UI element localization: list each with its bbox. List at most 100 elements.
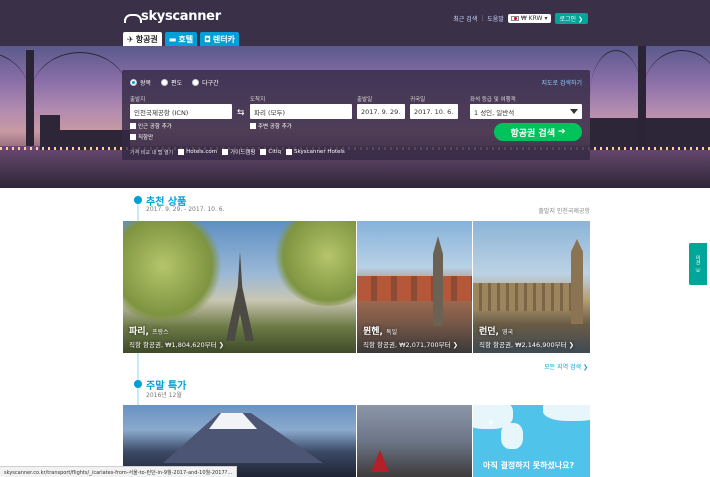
- top-navigation-bar: skyscanner 최근 검색 | 도움말 ₩ KRW ▾ 로그인 ❯ ✈ 항…: [0, 0, 710, 46]
- skyscanner-logo[interactable]: skyscanner: [124, 9, 221, 24]
- flight-search-panel: 왕복 편도 다구간 지도로 검색하기 출발지 인천국제공항 (ICN) ⇆ 도착…: [122, 70, 590, 160]
- chat-icon: ☏: [694, 267, 702, 274]
- deal-card-paris[interactable]: 파리, 프랑스 직항 항공권, ₩1,804,620부터 ❯: [123, 221, 356, 353]
- card-price: 직항 항공권, ₩1,804,620부터 ❯: [129, 341, 225, 349]
- deal-card-explore-map[interactable]: ✈ 아직 결정하지 못하셨나요?: [473, 405, 590, 477]
- compare-option-label: 가이드캠핑: [230, 150, 256, 156]
- airplane-icon: ✈: [127, 34, 134, 44]
- compare-option-4[interactable]: Skyscanner Hotels: [285, 149, 345, 155]
- cabin-value: 1 성인, 일반석: [474, 108, 515, 117]
- card-country: 프랑스: [152, 329, 169, 336]
- tree-foliage: [273, 221, 356, 306]
- product-tabs: ✈ 항공권 ▬ 호텔 ◘ 렌터카: [123, 32, 239, 46]
- tab-hotels-label: 호텔: [178, 34, 194, 44]
- card-price: 직항 항공권, ₩2,146,900부터 ❯: [479, 341, 575, 349]
- checkbox-icon: [285, 149, 292, 155]
- checkbox-icon: [260, 149, 267, 155]
- nearby-to-label: 주변 공항 추가: [258, 124, 292, 130]
- timeline-dot: [134, 196, 142, 204]
- card-city: 런던,: [479, 327, 499, 337]
- radio-button-icon: [192, 79, 200, 86]
- feedback-tab[interactable]: 의견 ☏: [689, 243, 707, 285]
- trip-type-one-way-label: 편도: [171, 80, 183, 87]
- depart-label: 출발일: [357, 97, 373, 103]
- login-label: 로그인: [559, 16, 577, 23]
- compare-option-label: Citiq: [268, 149, 281, 155]
- tab-flights[interactable]: ✈ 항공권: [123, 32, 162, 46]
- trip-type-return[interactable]: 왕복: [130, 78, 151, 87]
- tab-car-hire[interactable]: ◘ 렌터카: [200, 32, 239, 46]
- map-land: [543, 405, 590, 421]
- nearby-to-checkbox[interactable]: 주변 공항 추가: [250, 122, 292, 130]
- card-title: 뮌헨, 독일: [363, 324, 397, 337]
- arrow-right-icon: ➔: [558, 127, 566, 137]
- cabin-travellers-select[interactable]: 1 성인, 일반석: [470, 104, 582, 119]
- airplane-icon: ✈: [487, 419, 495, 429]
- deal-card-harbor[interactable]: [357, 405, 472, 477]
- feedback-label: 의견: [694, 254, 701, 265]
- map-search-link[interactable]: 지도로 검색하기: [541, 78, 582, 87]
- search-button-label: 항공권 검색: [510, 128, 555, 139]
- currency-label: ₩ KRW: [520, 15, 543, 22]
- search-flights-button[interactable]: 항공권 검색 ➔: [494, 123, 582, 141]
- trip-type-one-way[interactable]: 편도: [161, 78, 182, 87]
- compare-option-2[interactable]: 가이드캠핑: [222, 148, 255, 156]
- compare-option-label: Skyscanner Hotels: [293, 149, 345, 155]
- compare-options: 가격 비교 내 탭 열기 Hotels.com 가이드캠핑 Citiq Skys…: [130, 148, 345, 156]
- bridge-cable-left-2: [30, 52, 130, 142]
- bridge-cable-right: [590, 50, 642, 140]
- chevron-down-icon: ▾: [544, 15, 548, 22]
- to-label: 도착지: [250, 97, 266, 103]
- card-title: 런던, 영국: [479, 324, 513, 337]
- tree-foliage: [123, 221, 223, 321]
- eiffel-tower-image: [226, 251, 254, 341]
- featured-origin: 출발지 인천국제공항: [538, 208, 590, 215]
- from-label: 출발지: [130, 97, 146, 103]
- tab-hotels[interactable]: ▬ 호텔: [164, 32, 198, 46]
- rooftops-image: [357, 276, 472, 301]
- trip-type-return-label: 왕복: [140, 80, 152, 87]
- all-destinations-link[interactable]: 모든 지역 검색 ❯: [544, 362, 588, 371]
- checkbox-icon: [178, 149, 185, 155]
- swap-icon[interactable]: ⇆: [237, 108, 245, 118]
- deal-card-london[interactable]: 런던, 영국 직항 항공권, ₩2,146,900부터 ❯: [473, 221, 590, 353]
- compare-label: 가격 비교 내 탭 열기: [130, 149, 174, 156]
- tab-car-hire-label: 렌터카: [212, 34, 235, 44]
- currency-selector[interactable]: ₩ KRW ▾: [507, 14, 551, 23]
- checkbox-icon: [222, 149, 229, 155]
- deal-card-munich[interactable]: 뮌헨, 독일 직항 항공권, ₩2,071,700부터 ❯: [357, 221, 472, 353]
- bed-icon: ▬: [168, 34, 177, 44]
- return-date-input[interactable]: 2017. 10. 6.: [410, 104, 458, 119]
- browser-status-bar: skyscanner.co.kr/transport/flights/_/car…: [0, 466, 238, 477]
- direct-only-checkbox[interactable]: 직항만: [130, 133, 153, 141]
- login-button[interactable]: 로그인 ❯: [554, 13, 588, 24]
- trip-type-selector: 왕복 편도 다구간: [130, 78, 219, 87]
- junk-boat-image: [371, 450, 389, 472]
- nearby-from-checkbox[interactable]: 인근 공항 추가: [130, 122, 172, 130]
- card-country: 영국: [502, 329, 514, 336]
- depart-date-input[interactable]: 2017. 9. 29.: [357, 104, 405, 119]
- from-input[interactable]: 인천국제공항 (ICN): [130, 104, 232, 119]
- tab-flights-label: 항공권: [135, 34, 158, 44]
- map-land: [501, 423, 523, 449]
- compare-option-3[interactable]: Citiq: [260, 149, 281, 155]
- return-label: 귀국일: [410, 97, 426, 103]
- car-icon: ◘: [204, 34, 211, 44]
- chevron-down-icon: [570, 109, 578, 114]
- trip-type-multi-city[interactable]: 다구간: [192, 78, 219, 87]
- featured-dates: 2017. 9. 29. - 2017. 10. 6.: [146, 206, 225, 213]
- nearby-from-label: 인근 공항 추가: [138, 124, 172, 130]
- big-ben-image: [571, 239, 583, 324]
- town-hall-tower-image: [433, 236, 443, 326]
- compare-option-1[interactable]: Hotels.com: [178, 149, 217, 155]
- parliament-image: [473, 283, 573, 311]
- checkbox-icon: [250, 123, 256, 129]
- top-links: 최근 검색 | 도움말 ₩ KRW ▾ 로그인 ❯: [453, 13, 588, 24]
- map-card-text: 아직 결정하지 못하셨나요?: [483, 461, 575, 470]
- card-title: 파리, 프랑스: [129, 324, 169, 337]
- to-input[interactable]: 파리 (모두): [250, 104, 352, 119]
- trip-type-multi-city-label: 다구간: [202, 80, 219, 87]
- help-link[interactable]: 도움말: [487, 14, 504, 23]
- recent-searches-link[interactable]: 최근 검색: [453, 14, 477, 23]
- card-city: 뮌헨,: [363, 327, 383, 337]
